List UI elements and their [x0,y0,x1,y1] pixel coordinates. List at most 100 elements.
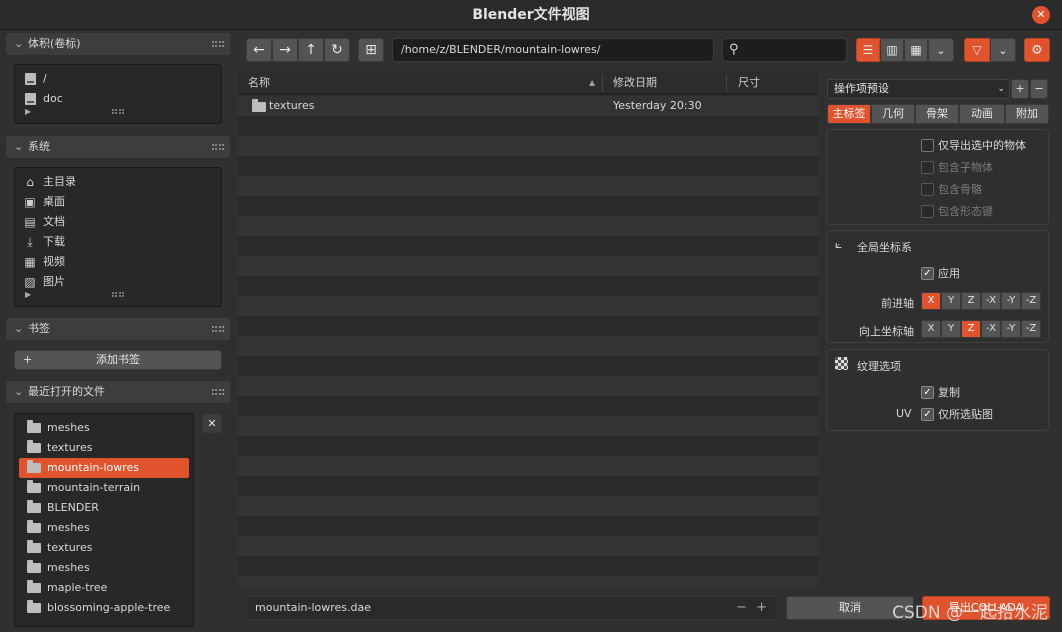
thumbnail-view-button[interactable]: ▦ [904,38,928,62]
add-bookmark-label: 添加书签 [96,353,140,366]
drag-grip-icon[interactable] [212,326,224,332]
sidebar-item-root[interactable]: / [15,69,221,89]
export-selected-checkbox[interactable]: 仅导出选中的物体 [921,134,1048,156]
apply-orientation-checkbox[interactable]: ✓ 应用 [921,262,960,284]
sidebar-item-home[interactable]: ⌂ 主目录 [15,172,221,192]
path-field[interactable]: /home/z/BLENDER/mountain-lowres/ [392,38,714,62]
sort-arrow-icon[interactable]: ▲ [589,72,595,94]
up-axis-z[interactable]: Z [961,320,981,338]
back-button[interactable]: ← [246,38,272,62]
file-list-stripe [238,456,818,476]
tab-armature[interactable]: 骨架 [915,104,959,124]
tab-animation[interactable]: 动画 [959,104,1005,124]
checkbox-icon [921,138,934,152]
parent-directory-button[interactable]: ↑ [298,38,324,62]
vertical-list-view-button[interactable]: ☰ [856,38,880,62]
document-icon: ▤ [24,215,36,229]
forward-button[interactable]: → [272,38,298,62]
file-browser: 名称 ▲ 修改日期 尺寸 textures Yesterday 20:30 [238,72,818,588]
clear-recent-button[interactable]: ✕ [202,414,222,433]
horizontal-list-view-button[interactable]: ▥ [880,38,904,62]
operator-preset-dropdown[interactable]: 操作项预设 ⌄ [827,79,1010,99]
forward-axis-y[interactable]: Y [941,292,961,310]
column-divider[interactable] [726,74,727,92]
up-axis-neg-x[interactable]: -X [981,320,1001,338]
filter-options-dropdown[interactable]: ⌄ [990,38,1016,62]
sidebar-item-desktop[interactable]: ▣ 桌面 [15,192,221,212]
sidebar-item-label: 下载 [43,235,65,248]
recent-item[interactable]: BLENDER [19,498,189,518]
file-list-scrollbar[interactable] [818,72,826,588]
add-bookmark-button[interactable]: + 添加书签 [14,350,222,370]
copy-textures-checkbox[interactable]: ✓ 复制 [921,381,960,403]
folder-icon [252,99,266,115]
sidebar-item-doc[interactable]: doc [15,89,221,109]
forward-axis-neg-y[interactable]: -Y [1001,292,1021,310]
file-list-stripe [238,336,818,356]
folder-icon [27,580,41,595]
forward-axis-z[interactable]: Z [961,292,981,310]
filename-value: mountain-lowres.dae [255,601,371,614]
window-title-bar: Blender文件视图 ✕ [0,0,1062,30]
system-panel-header[interactable]: ⌄ 系统 [6,136,230,158]
up-axis-label: 向上坐标轴 [859,325,914,338]
recent-item[interactable]: maple-tree [19,578,189,598]
column-header-size[interactable]: 尺寸 [738,72,760,94]
recent-panel-header[interactable]: ⌄ 最近打开的文件 [6,381,230,403]
up-axis-y[interactable]: Y [941,320,961,338]
uv-only-selected-checkbox[interactable]: ✓ 仅所选贴图 [921,403,993,425]
increment-filename-button[interactable]: + [756,597,767,619]
filename-input[interactable]: mountain-lowres.dae − + [246,596,778,620]
column-header-name[interactable]: 名称 [248,72,270,94]
new-folder-button[interactable]: ⊞ [358,38,384,62]
expand-arrow-icon[interactable]: ▶ [25,290,31,299]
recent-item[interactable]: mountain-terrain [19,478,189,498]
recent-item[interactable]: meshes [19,518,189,538]
tab-geometry[interactable]: 几何 [871,104,915,124]
search-input[interactable]: ⚲ [722,38,847,62]
sidebar-item-downloads[interactable]: ⤓ 下载 [15,232,221,252]
refresh-button[interactable]: ↻ [324,38,350,62]
up-axis-neg-z[interactable]: -Z [1021,320,1041,338]
recent-item[interactable]: meshes [19,558,189,578]
filter-toggle-button[interactable]: ▽ [964,38,990,62]
column-divider[interactable] [602,74,603,92]
up-axis-neg-y[interactable]: -Y [1001,320,1021,338]
recent-item[interactable]: blossoming-apple-tree [19,598,189,618]
file-list-header: 名称 ▲ 修改日期 尺寸 [238,72,818,94]
add-preset-button[interactable]: + [1011,79,1029,99]
close-icon[interactable]: ✕ [1032,6,1050,24]
settings-toggle-button[interactable]: ⚙ [1024,38,1050,62]
recent-item[interactable]: textures [19,538,189,558]
decrement-filename-button[interactable]: − [736,597,747,619]
volumes-panel-header[interactable]: ⌄ 体积(卷标) [6,33,230,55]
drag-grip-icon[interactable] [212,144,224,150]
recent-item-selected[interactable]: mountain-lowres [19,458,189,478]
column-header-date[interactable]: 修改日期 [613,72,657,94]
remove-preset-button[interactable]: − [1030,79,1048,99]
recent-item[interactable]: meshes [19,418,189,438]
view-options-dropdown[interactable]: ⌄ [928,38,954,62]
sidebar-item-documents[interactable]: ▤ 文档 [15,212,221,232]
folder-icon [27,480,41,495]
forward-axis-neg-z[interactable]: -Z [1021,292,1041,310]
tab-extra[interactable]: 附加 [1005,104,1049,124]
recent-item[interactable]: textures [19,438,189,458]
drag-grip-icon[interactable] [212,389,224,395]
sidebar-item-videos[interactable]: ▦ 视频 [15,252,221,272]
forward-axis-neg-x[interactable]: -X [981,292,1001,310]
tab-main[interactable]: 主标签 [827,104,871,124]
up-axis-x[interactable]: X [921,320,941,338]
system-title: 系统 [28,140,50,153]
bookmarks-panel-header[interactable]: ⌄ 书签 [6,318,230,340]
expand-arrow-icon[interactable]: ▶ [25,107,31,116]
sidebar-item-pictures[interactable]: ▨ 图片 [15,272,221,292]
file-row[interactable]: textures Yesterday 20:30 [238,96,818,116]
operator-tabs: 主标签 几何 骨架 动画 附加 [827,104,1049,124]
drag-grip-icon[interactable] [212,41,224,47]
forward-axis-x[interactable]: X [921,292,941,310]
resize-grip-icon[interactable] [112,292,124,297]
resize-grip-icon[interactable] [112,109,124,114]
checkbox-label: 仅导出选中的物体 [938,139,1026,152]
recent-item-label: meshes [47,561,90,574]
